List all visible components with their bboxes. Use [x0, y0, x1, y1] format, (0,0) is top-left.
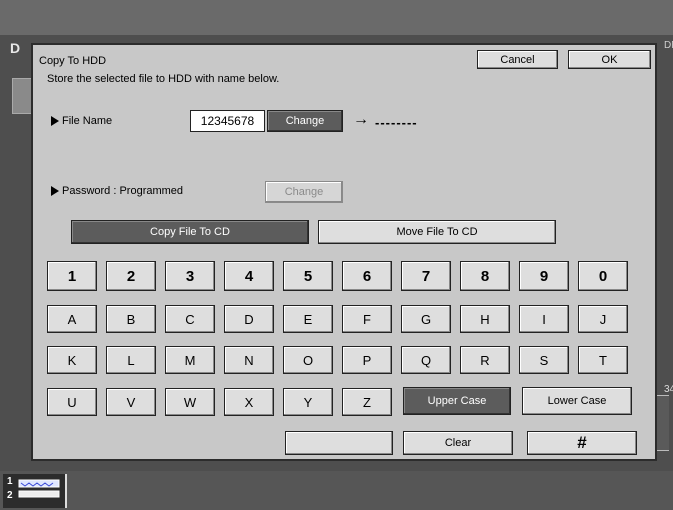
- key-s[interactable]: S: [519, 346, 569, 374]
- background-right-number: 34: [664, 384, 673, 395]
- tray-number-2: 2: [7, 490, 13, 501]
- key-j[interactable]: J: [578, 305, 628, 333]
- key-q[interactable]: Q: [401, 346, 451, 374]
- key-m[interactable]: M: [165, 346, 215, 374]
- ok-button[interactable]: OK: [568, 50, 651, 69]
- key-r[interactable]: R: [460, 346, 510, 374]
- file-name-row-label: File Name: [51, 115, 112, 127]
- clear-button[interactable]: Clear: [403, 431, 513, 455]
- key-d[interactable]: D: [224, 305, 274, 333]
- key-1[interactable]: 1: [47, 261, 97, 291]
- key-a[interactable]: A: [47, 305, 97, 333]
- upper-case-button[interactable]: Upper Case: [403, 387, 511, 415]
- key-i[interactable]: I: [519, 305, 569, 333]
- cancel-button[interactable]: Cancel: [477, 50, 558, 69]
- paper-tray-icon: [18, 479, 60, 498]
- key-o[interactable]: O: [283, 346, 333, 374]
- key-7[interactable]: 7: [401, 261, 451, 291]
- key-b[interactable]: B: [106, 305, 156, 333]
- top-bar: [0, 0, 673, 35]
- target-file-name: --------: [375, 115, 418, 130]
- key-f[interactable]: F: [342, 305, 392, 333]
- key-3[interactable]: 3: [165, 261, 215, 291]
- key-h[interactable]: H: [460, 305, 510, 333]
- key-9[interactable]: 9: [519, 261, 569, 291]
- key-6[interactable]: 6: [342, 261, 392, 291]
- hash-button[interactable]: #: [527, 431, 637, 455]
- key-w[interactable]: W: [165, 388, 215, 416]
- key-n[interactable]: N: [224, 346, 274, 374]
- space-button[interactable]: [285, 431, 393, 455]
- key-z[interactable]: Z: [342, 388, 392, 416]
- key-c[interactable]: C: [165, 305, 215, 333]
- triangle-bullet-icon: [51, 116, 59, 126]
- move-file-to-cd-button[interactable]: Move File To CD: [318, 220, 556, 244]
- tray-indicator: 1 2: [3, 474, 67, 508]
- tray-number-1: 1: [7, 476, 13, 487]
- key-x[interactable]: X: [224, 388, 274, 416]
- triangle-bullet-icon: [51, 186, 59, 196]
- lower-case-button[interactable]: Lower Case: [522, 387, 632, 415]
- key-4[interactable]: 4: [224, 261, 274, 291]
- copy-to-hdd-dialog: Copy To HDD Cancel OK Store the selected…: [31, 43, 657, 461]
- dialog-subtitle: Store the selected file to HDD with name…: [47, 73, 280, 85]
- password-label: Password : Programmed: [62, 185, 184, 197]
- key-y[interactable]: Y: [283, 388, 333, 416]
- key-v[interactable]: V: [106, 388, 156, 416]
- right-arrow-icon: →: [353, 111, 369, 128]
- key-t[interactable]: T: [578, 346, 628, 374]
- file-name-field: 12345678: [190, 110, 265, 132]
- password-row-label: Password : Programmed: [51, 185, 183, 197]
- file-name-change-button[interactable]: Change: [267, 110, 343, 132]
- key-2[interactable]: 2: [106, 261, 156, 291]
- key-p[interactable]: P: [342, 346, 392, 374]
- file-name-label: File Name: [62, 115, 113, 127]
- key-0[interactable]: 0: [578, 261, 628, 291]
- dialog-title: Copy To HDD: [39, 55, 107, 67]
- password-change-button[interactable]: Change: [265, 181, 343, 203]
- key-e[interactable]: E: [283, 305, 333, 333]
- background-right-text: DM: [664, 40, 673, 51]
- key-8[interactable]: 8: [460, 261, 510, 291]
- key-g[interactable]: G: [401, 305, 451, 333]
- key-u[interactable]: U: [47, 388, 97, 416]
- bottom-bar: [0, 471, 673, 510]
- background-letter: D: [10, 40, 21, 56]
- key-k[interactable]: K: [47, 346, 97, 374]
- copy-file-to-cd-button[interactable]: Copy File To CD: [71, 220, 309, 244]
- key-5[interactable]: 5: [283, 261, 333, 291]
- key-l[interactable]: L: [106, 346, 156, 374]
